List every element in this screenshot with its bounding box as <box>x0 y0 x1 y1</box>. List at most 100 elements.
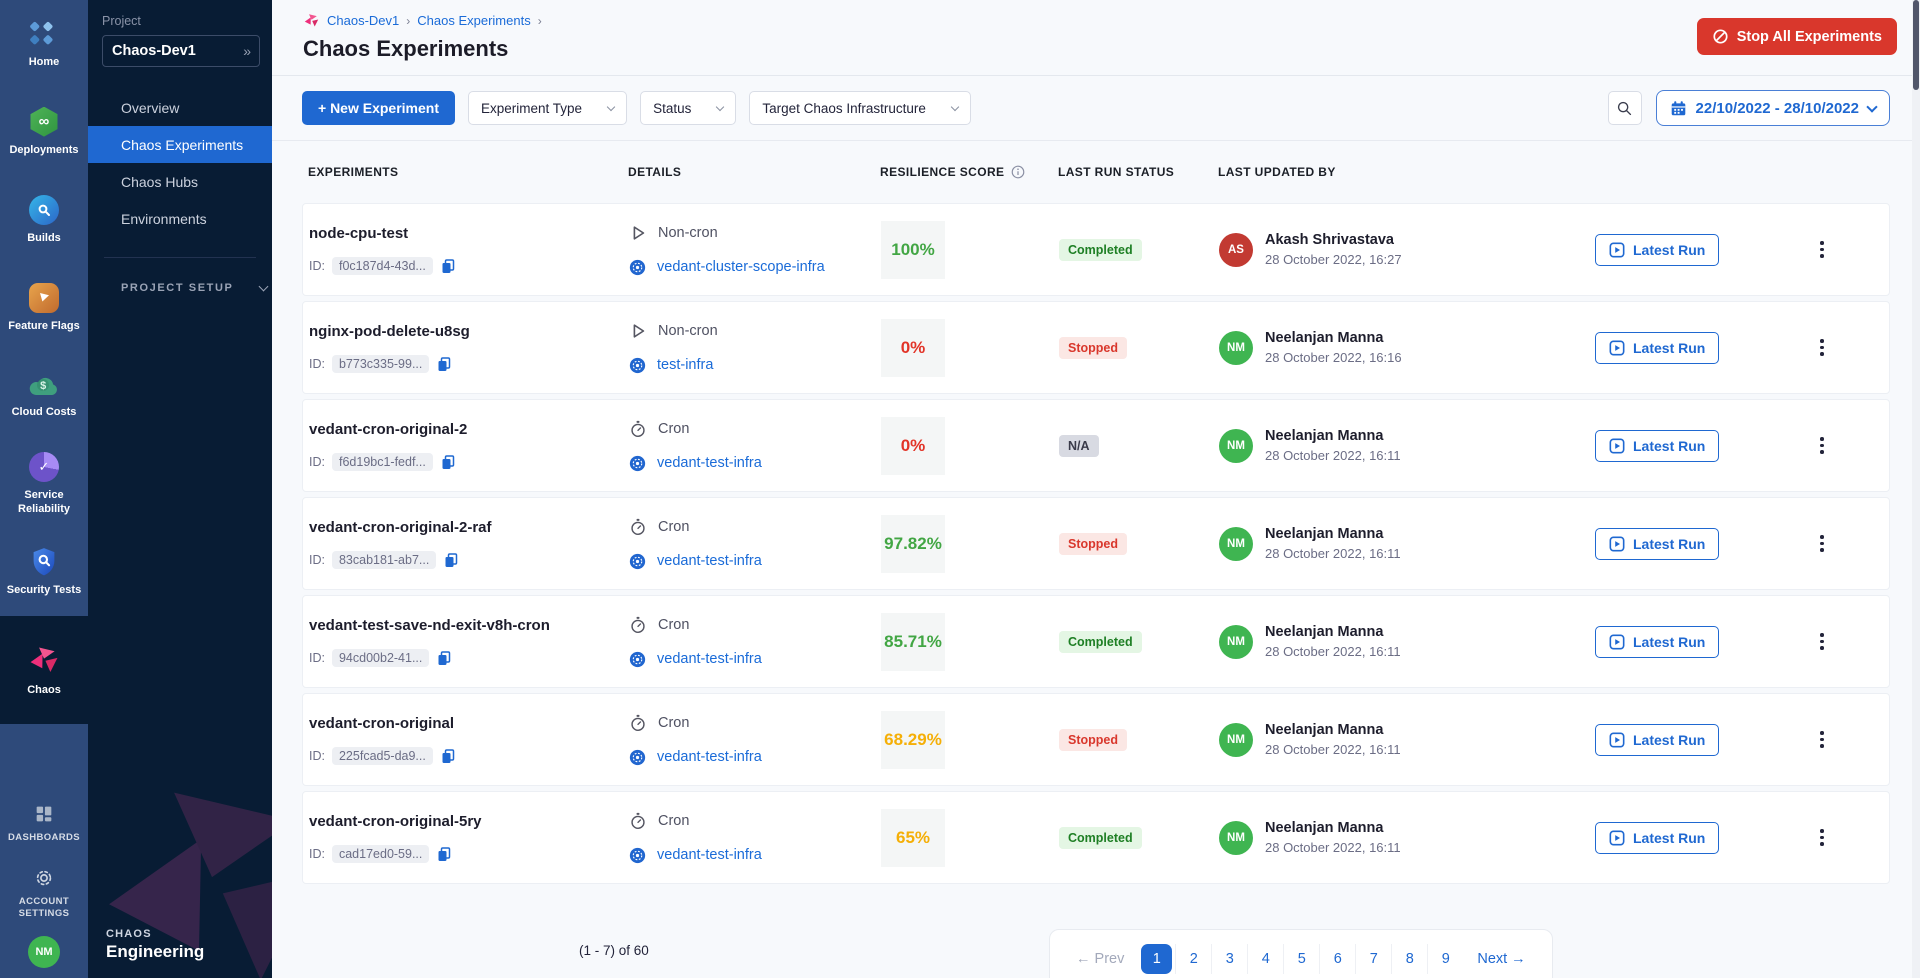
rail-label: Cloud Costs <box>12 406 77 420</box>
copy-icon[interactable] <box>440 454 456 470</box>
kebab-menu-icon[interactable] <box>1816 433 1828 458</box>
expand-projects-icon[interactable]: » <box>243 43 250 59</box>
user-name: Neelanjan Manna <box>1265 722 1401 738</box>
sidebar-item-dashboards[interactable]: DASHBOARDS <box>0 788 88 858</box>
page-number-button[interactable]: 2 <box>1175 944 1211 974</box>
experiment-name[interactable]: vedant-cron-original <box>309 715 629 732</box>
sidebar-item-overview[interactable]: Overview <box>88 89 272 126</box>
experiment-name[interactable]: node-cpu-test <box>309 225 629 242</box>
copy-icon[interactable] <box>436 846 452 862</box>
avatar[interactable]: NM <box>1219 821 1253 855</box>
sidebar-item-feature-flags[interactable]: Feature Flags <box>0 264 88 352</box>
infrastructure-link[interactable]: vedant-test-infra <box>657 455 762 471</box>
latest-run-button[interactable]: Latest Run <box>1595 724 1719 756</box>
scrollbar-thumb[interactable] <box>1913 0 1919 90</box>
search-button[interactable] <box>1608 91 1642 125</box>
avatar[interactable]: NM <box>1219 331 1253 365</box>
sidebar-item-service-reliability[interactable]: ✓ Service Reliability <box>0 440 88 528</box>
sidebar-item-account-settings[interactable]: ACCOUNT SETTINGS <box>0 858 88 928</box>
kebab-menu-icon[interactable] <box>1816 531 1828 556</box>
table-row[interactable]: node-cpu-test ID: f0c187d4-43d... Non-cr… <box>302 203 1890 296</box>
latest-run-button[interactable]: Latest Run <box>1595 234 1719 266</box>
infrastructure-link[interactable]: vedant-cluster-scope-infra <box>657 259 825 275</box>
copy-icon[interactable] <box>436 356 452 372</box>
kebab-menu-icon[interactable] <box>1816 727 1828 752</box>
sidebar-item-cloud-costs[interactable]: $ Cloud Costs <box>0 352 88 440</box>
sidebar-item-deployments[interactable]: ∞ Deployments <box>0 88 88 176</box>
sidebar-item-chaos-experiments[interactable]: Chaos Experiments <box>88 126 272 163</box>
sidebar-item-home[interactable]: Home <box>0 0 88 88</box>
page-number-button[interactable]: 8 <box>1391 944 1427 974</box>
table-row[interactable]: vedant-cron-original-5ry ID: cad17ed0-59… <box>302 791 1890 884</box>
avatar[interactable]: AS <box>1219 233 1253 267</box>
user-avatar[interactable]: NM <box>28 936 60 968</box>
kebab-menu-icon[interactable] <box>1816 335 1828 360</box>
experiment-name[interactable]: nginx-pod-delete-u8sg <box>309 323 629 340</box>
copy-icon[interactable] <box>440 748 456 764</box>
sidebar-item-chaos-hubs[interactable]: Chaos Hubs <box>88 163 272 200</box>
id-label: ID: <box>309 553 325 567</box>
table-row[interactable]: vedant-cron-original-2-raf ID: 83cab181-… <box>302 497 1890 590</box>
experiment-type-filter[interactable]: Experiment Type <box>468 91 627 125</box>
info-icon[interactable] <box>1011 165 1025 179</box>
page-number-button[interactable]: 4 <box>1247 944 1283 974</box>
scrollbar-track[interactable] <box>1912 0 1920 978</box>
sidebar-item-security-tests[interactable]: Security Tests <box>0 528 88 616</box>
page-number-button[interactable]: 6 <box>1319 944 1355 974</box>
avatar[interactable]: NM <box>1219 625 1253 659</box>
infrastructure-link[interactable]: test-infra <box>657 357 713 373</box>
project-setup-toggle[interactable]: PROJECT SETUP <box>88 282 272 294</box>
infrastructure-link[interactable]: vedant-test-infra <box>657 651 762 667</box>
resilience-score-value: 68.29% <box>884 730 942 750</box>
latest-run-button[interactable]: Latest Run <box>1595 430 1719 462</box>
infrastructure-link[interactable]: vedant-test-infra <box>657 553 762 569</box>
page-number-button[interactable]: 1 <box>1141 944 1172 974</box>
page-number-button[interactable]: 3 <box>1211 944 1247 974</box>
prev-page-button[interactable]: ← Prev <box>1064 951 1136 967</box>
experiment-name[interactable]: vedant-test-save-nd-exit-v8h-cron <box>309 617 629 634</box>
avatar[interactable]: NM <box>1219 723 1253 757</box>
status-filter[interactable]: Status <box>640 91 736 125</box>
latest-run-button[interactable]: Latest Run <box>1595 626 1719 658</box>
date-range-picker[interactable]: 22/10/2022 - 28/10/2022 <box>1656 90 1890 126</box>
infrastructure-link[interactable]: vedant-test-infra <box>657 847 762 863</box>
sidebar-item-builds[interactable]: Builds <box>0 176 88 264</box>
filter-label: Target Chaos Infrastructure <box>762 101 926 116</box>
table-row[interactable]: nginx-pod-delete-u8sg ID: b773c335-99...… <box>302 301 1890 394</box>
latest-run-button[interactable]: Latest Run <box>1595 528 1719 560</box>
kebab-menu-icon[interactable] <box>1816 237 1828 262</box>
table-row[interactable]: vedant-cron-original-2 ID: f6d19bc1-fedf… <box>302 399 1890 492</box>
experiment-id: f0c187d4-43d... <box>332 257 433 275</box>
page-number-button[interactable]: 7 <box>1355 944 1391 974</box>
page-number-button[interactable]: 5 <box>1283 944 1319 974</box>
infrastructure-link[interactable]: vedant-test-infra <box>657 749 762 765</box>
avatar[interactable]: NM <box>1219 429 1253 463</box>
latest-run-button[interactable]: Latest Run <box>1595 332 1719 364</box>
pagination-range-label: (1 - 7) of 60 <box>579 943 649 958</box>
page-number-button[interactable]: 9 <box>1427 944 1463 974</box>
cron-icon <box>629 518 647 536</box>
schedule-type: Non-cron <box>658 225 718 241</box>
copy-icon[interactable] <box>436 650 452 666</box>
experiment-name[interactable]: vedant-cron-original-2 <box>309 421 629 438</box>
new-experiment-button[interactable]: + New Experiment <box>302 91 455 125</box>
table-row[interactable]: vedant-cron-original ID: 225fcad5-da9...… <box>302 693 1890 786</box>
latest-run-button[interactable]: Latest Run <box>1595 822 1719 854</box>
copy-icon[interactable] <box>443 552 459 568</box>
breadcrumb-project-link[interactable]: Chaos-Dev1 <box>327 13 399 28</box>
kebab-menu-icon[interactable] <box>1816 629 1828 654</box>
schedule-type: Cron <box>658 617 689 633</box>
sidebar-item-environments[interactable]: Environments <box>88 200 272 237</box>
copy-icon[interactable] <box>440 258 456 274</box>
project-selector[interactable]: Chaos-Dev1 » <box>102 35 260 67</box>
target-infrastructure-filter[interactable]: Target Chaos Infrastructure <box>749 91 971 125</box>
breadcrumb-experiments-link[interactable]: Chaos Experiments <box>417 13 530 28</box>
kebab-menu-icon[interactable] <box>1816 825 1828 850</box>
table-row[interactable]: vedant-test-save-nd-exit-v8h-cron ID: 94… <box>302 595 1890 688</box>
sidebar-item-chaos[interactable]: Chaos <box>0 616 88 724</box>
next-page-button[interactable]: Next → <box>1465 951 1537 967</box>
experiment-name[interactable]: vedant-cron-original-5ry <box>309 813 629 830</box>
avatar[interactable]: NM <box>1219 527 1253 561</box>
stop-all-experiments-button[interactable]: Stop All Experiments <box>1697 18 1897 55</box>
experiment-name[interactable]: vedant-cron-original-2-raf <box>309 519 629 536</box>
